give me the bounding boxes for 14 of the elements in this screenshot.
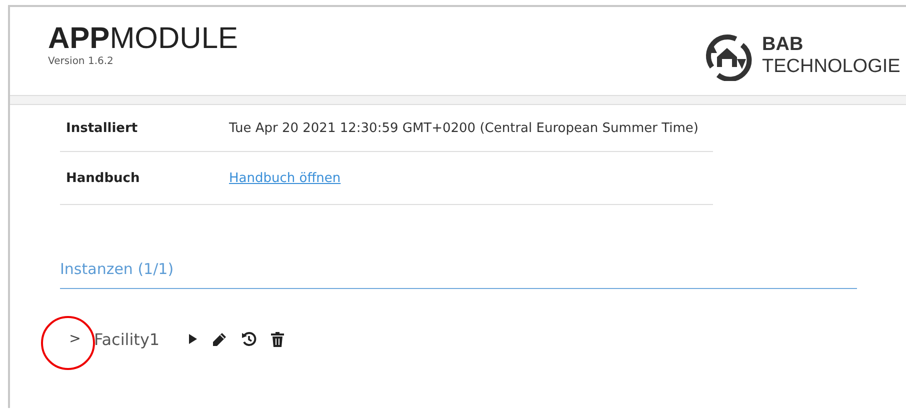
edit-icon[interactable]: [212, 332, 227, 346]
section-heading: Instanzen (1/1): [60, 260, 857, 289]
trash-icon[interactable]: [271, 332, 284, 346]
logo-text: TECHNOLOGIE: [762, 56, 900, 78]
expand-chevron[interactable]: >: [69, 331, 81, 347]
instance-name: Facility1: [94, 330, 161, 348]
row-label: Handbuch: [65, 170, 141, 186]
row-label: Installiert: [65, 120, 139, 136]
history-icon[interactable]: [241, 331, 257, 347]
version-text: Version 1.6.2: [48, 56, 114, 67]
logo-text: BAB: [762, 34, 804, 56]
app-title: APPMODULE: [48, 22, 238, 56]
row-value: Tue Apr 20 2021 12:30:59 GMT+0200 (Central European Summer Time): [229, 120, 698, 136]
play-icon[interactable]: [188, 333, 198, 345]
